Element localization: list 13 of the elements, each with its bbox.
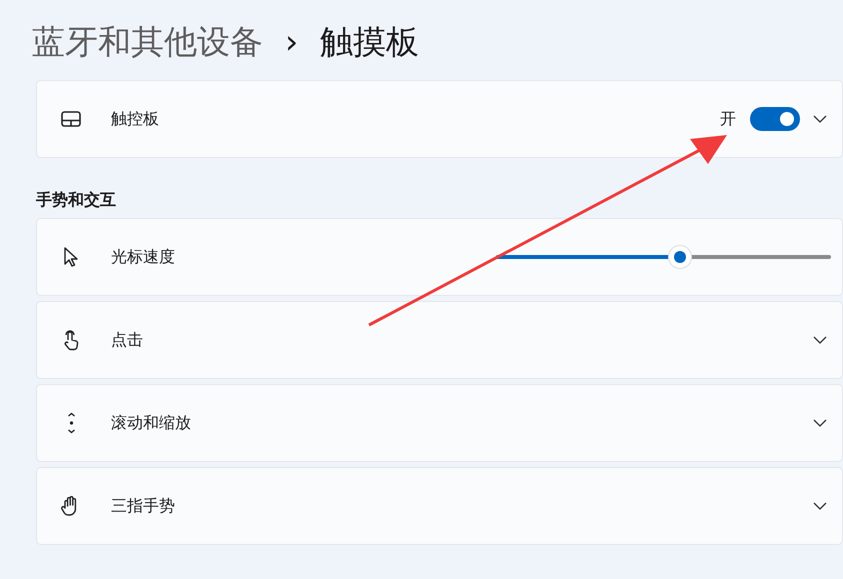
section-heading: 手势和交互 [36,189,117,211]
setting-label: 光标速度 [111,246,175,268]
slider-thumb[interactable] [668,245,692,269]
scroll-arrows-icon [67,411,76,435]
setting-label: 点击 [111,329,143,351]
setting-label: 三指手势 [111,495,175,517]
page-title: 触摸板 [320,21,420,64]
toggle-switch[interactable] [750,107,800,131]
setting-label: 滚动和缩放 [111,412,191,434]
breadcrumb-separator: › [285,21,298,64]
setting-label: 触控板 [111,108,159,130]
breadcrumb-link[interactable]: 蓝牙和其他设备 [32,17,263,67]
toggle-state-text: 开 [720,108,736,130]
